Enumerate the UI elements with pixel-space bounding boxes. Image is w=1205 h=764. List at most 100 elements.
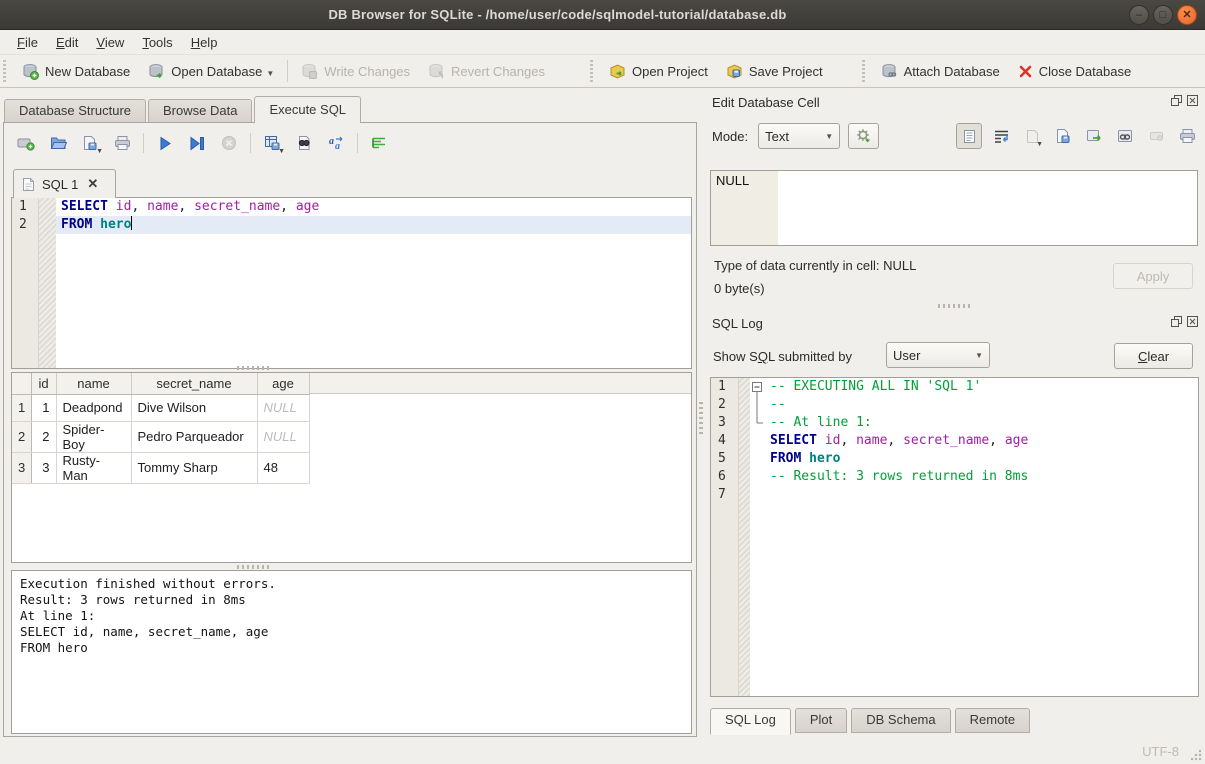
cell-name[interactable]: Rusty-Man [56, 452, 131, 483]
cell-edit-area[interactable] [778, 171, 1197, 245]
code-line[interactable]: SELECT id, name, secret_name, age [765, 432, 1198, 450]
close-button[interactable]: ✕ [1177, 5, 1197, 25]
fold-marker[interactable] [750, 378, 765, 396]
results-grid[interactable]: idnamesecret_nameage11DeadpondDive Wilso… [11, 372, 692, 563]
copy-link-button[interactable] [1113, 123, 1137, 149]
tab-database-structure[interactable]: Database Structure [4, 99, 146, 123]
print-sql-button[interactable] [108, 130, 136, 156]
new-sql-tab-button[interactable] [12, 130, 40, 156]
main-vertical-splitter[interactable] [699, 400, 703, 434]
clear-log-button[interactable]: Clear [1114, 343, 1193, 369]
open-database-button[interactable]: Open Database ▼ [139, 59, 283, 84]
dock-close-icon[interactable] [1186, 94, 1199, 107]
save-results-dropdown-caret[interactable]: ▼ [278, 148, 285, 155]
cell-id[interactable]: 2 [31, 421, 56, 452]
sql-tab-close-icon[interactable]: ✕ [87, 176, 98, 192]
line-number: 2 [12, 216, 38, 234]
table-row[interactable]: 22Spider-BoyPedro ParqueadorNULL [12, 421, 309, 452]
new-database-button[interactable]: New Database [13, 59, 139, 84]
open-sql-file-button[interactable] [44, 130, 72, 156]
open-project-button[interactable]: Open Project [600, 59, 717, 84]
menu-view[interactable]: View [87, 33, 133, 52]
code-line[interactable]: SELECT id, name, secret_name, age [56, 198, 691, 216]
mode-combobox[interactable]: Text ▼ [758, 123, 840, 149]
format-lines-button[interactable] [365, 130, 393, 156]
code-line[interactable] [765, 486, 1198, 504]
dock-tab-sql-log[interactable]: SQL Log [710, 708, 791, 735]
dock-tab-remote[interactable]: Remote [955, 708, 1031, 733]
save-sql-file-button[interactable]: ▼ [76, 130, 104, 156]
column-header-name[interactable]: name [56, 373, 131, 394]
editor-text-area[interactable]: SELECT id, name, secret_name, ageFROM he… [56, 198, 691, 368]
cell-id[interactable]: 3 [31, 452, 56, 483]
code-line[interactable]: -- [765, 396, 1198, 414]
attach-database-button[interactable]: Attach Database [872, 59, 1009, 84]
save-sql-dropdown-caret[interactable]: ▼ [96, 148, 103, 155]
export-text-button[interactable] [1051, 123, 1075, 149]
minimize-button[interactable]: – [1129, 5, 1149, 25]
table-row[interactable]: 33Rusty-ManTommy Sharp48 [12, 452, 309, 483]
cell-secret_name[interactable]: Pedro Parqueador [131, 421, 257, 452]
dock-tab-plot[interactable]: Plot [795, 708, 847, 733]
menu-tools[interactable]: Tools [133, 33, 181, 52]
toolbar-drag-handle[interactable] [590, 60, 597, 82]
find-replace-button[interactable] [290, 130, 318, 156]
corner-header[interactable] [12, 373, 31, 394]
dock-splitter[interactable] [938, 304, 972, 308]
encoding-indicator[interactable]: UTF-8 [1142, 744, 1179, 759]
cell-age[interactable]: NULL [257, 421, 309, 452]
save-project-button[interactable]: Save Project [717, 59, 832, 84]
tab-execute-sql[interactable]: Execute SQL [254, 96, 361, 123]
sql-file-tab[interactable]: SQL 1 ✕ [13, 169, 116, 198]
toolbar-drag-handle[interactable] [862, 60, 869, 82]
text-view-button[interactable] [956, 123, 982, 149]
sql-source-combobox[interactable]: User ▼ [886, 342, 990, 368]
execute-all-button[interactable] [151, 130, 179, 156]
print-cell-button[interactable] [1175, 123, 1199, 149]
dock-tab-db-schema[interactable]: DB Schema [851, 708, 950, 733]
open-external-button[interactable] [1082, 123, 1106, 149]
execute-current-line-button[interactable] [183, 130, 211, 156]
row-number[interactable]: 2 [12, 421, 31, 452]
cell-secret_name[interactable]: Tommy Sharp [131, 452, 257, 483]
resize-grip[interactable] [1190, 749, 1202, 761]
results-table[interactable]: idnamesecret_nameage11DeadpondDive Wilso… [12, 373, 310, 484]
cell-word-wrap-button[interactable] [989, 123, 1013, 149]
table-row[interactable]: 11DeadpondDive WilsonNULL [12, 394, 309, 421]
menu-help[interactable]: Help [182, 33, 227, 52]
maximize-button[interactable]: □ [1153, 5, 1173, 25]
editor-results-splitter[interactable] [237, 366, 271, 370]
open-database-dropdown-caret[interactable]: ▼ [266, 69, 274, 80]
dock-float-icon[interactable] [1170, 94, 1183, 107]
results-message-splitter[interactable] [237, 565, 271, 569]
word-wrap-button[interactable]: aa [322, 130, 350, 156]
cell-value-editor[interactable]: NULL [710, 170, 1198, 246]
menu-file[interactable]: File [8, 33, 47, 52]
column-header-secret_name[interactable]: secret_name [131, 373, 257, 394]
row-number[interactable]: 1 [12, 394, 31, 421]
column-header-id[interactable]: id [31, 373, 56, 394]
tab-browse-data[interactable]: Browse Data [148, 99, 252, 123]
cell-name[interactable]: Deadpond [56, 394, 131, 421]
toolbar-drag-handle[interactable] [3, 60, 10, 82]
code-line[interactable]: -- EXECUTING ALL IN 'SQL 1' [765, 378, 1198, 396]
menu-edit[interactable]: Edit [47, 33, 87, 52]
dock-float-icon[interactable] [1170, 315, 1183, 328]
cell-name[interactable]: Spider-Boy [56, 421, 131, 452]
code-line[interactable]: FROM hero [56, 216, 691, 234]
code-line[interactable]: FROM hero [765, 450, 1198, 468]
cell-age[interactable]: 48 [257, 452, 309, 483]
save-results-button[interactable]: ▼ [258, 130, 286, 156]
sql-log-view[interactable]: 1234567 -- EXECUTING ALL IN 'SQL 1'---- … [710, 377, 1199, 697]
dock-close-icon[interactable] [1186, 315, 1199, 328]
code-line[interactable]: -- At line 1: [765, 414, 1198, 432]
cell-secret_name[interactable]: Dive Wilson [131, 394, 257, 421]
cell-age[interactable]: NULL [257, 394, 309, 421]
code-line[interactable]: -- Result: 3 rows returned in 8ms [765, 468, 1198, 486]
auto-apply-button[interactable] [848, 123, 879, 149]
column-header-age[interactable]: age [257, 373, 309, 394]
row-number[interactable]: 3 [12, 452, 31, 483]
cell-id[interactable]: 1 [31, 394, 56, 421]
close-database-button[interactable]: Close Database [1009, 60, 1141, 83]
sql-editor[interactable]: 12 SELECT id, name, secret_name, ageFROM… [11, 197, 692, 369]
